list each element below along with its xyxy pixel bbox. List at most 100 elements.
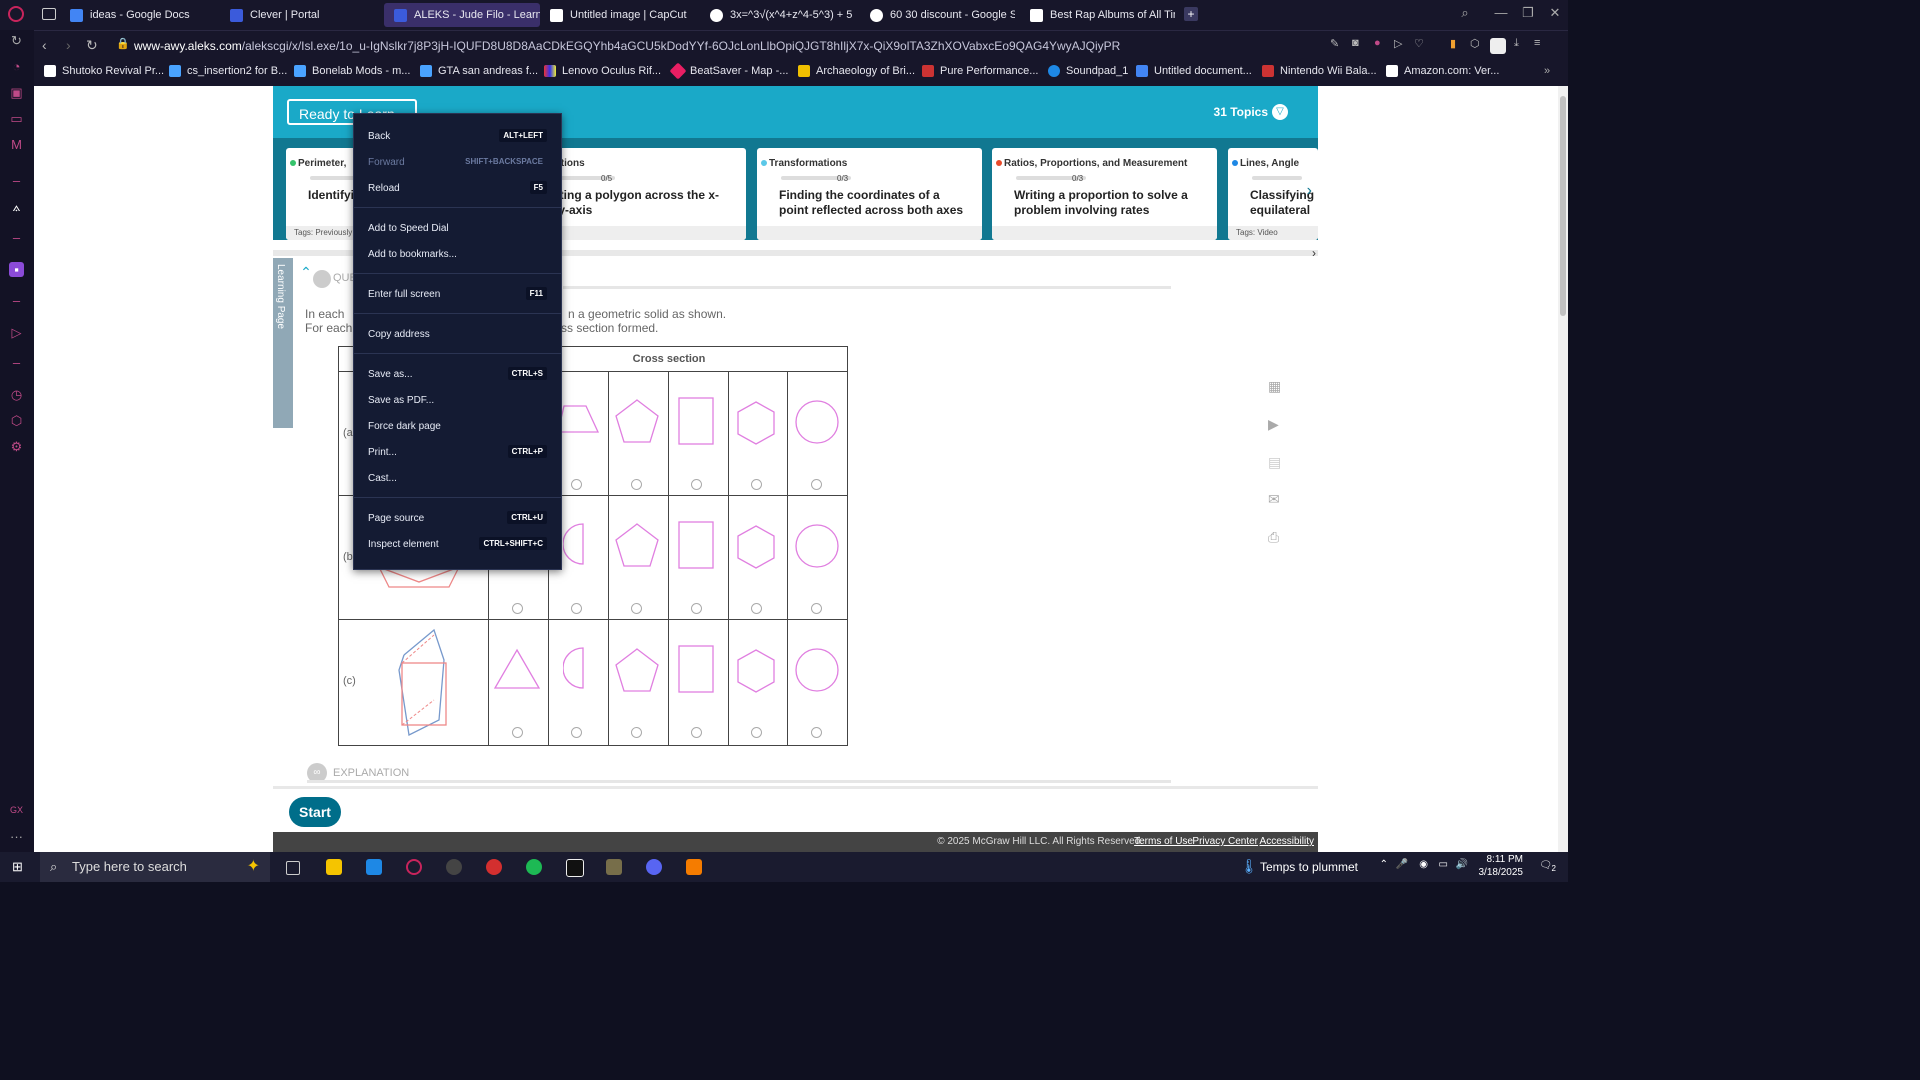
radio-button[interactable] <box>751 479 762 490</box>
print-icon[interactable]: ⎙ <box>1268 529 1279 546</box>
close-icon[interactable]: ✕ <box>1548 6 1562 20</box>
bookmark-item[interactable]: Bonelab Mods - m... <box>294 65 410 77</box>
radio-button[interactable] <box>571 479 582 490</box>
store-icon[interactable] <box>366 859 382 875</box>
radio-button[interactable] <box>631 603 642 614</box>
tab-overview-icon[interactable] <box>42 8 56 20</box>
download-icon[interactable]: ⤓ <box>1514 37 1519 50</box>
opera-logo-icon[interactable] <box>8 6 24 22</box>
calculator-icon[interactable]: ▦ <box>1268 378 1281 395</box>
radio-button[interactable] <box>571 727 582 738</box>
file-explorer-icon[interactable] <box>326 859 342 875</box>
video-icon[interactable]: ▶ <box>1268 416 1279 433</box>
menu-item-copy-address[interactable]: Copy address <box>368 329 430 340</box>
radio-button[interactable] <box>691 479 702 490</box>
gx-mods-icon[interactable]: ⟑ <box>9 199 24 214</box>
more-icon[interactable]: ··· <box>9 829 24 844</box>
menu-item-forward[interactable]: Forward <box>368 157 405 168</box>
radio-button[interactable] <box>811 603 822 614</box>
radio-button[interactable] <box>631 479 642 490</box>
menu-item-save-as[interactable]: Save as... <box>368 369 412 380</box>
minimize-icon[interactable]: — <box>1494 6 1508 20</box>
scrollbar-thumb[interactable] <box>1560 96 1566 316</box>
textbook-icon[interactable]: ▤ <box>1268 454 1281 471</box>
edit-icon[interactable]: ✎ <box>1330 37 1339 50</box>
menu-item-cast[interactable]: Cast... <box>368 473 397 484</box>
task-view-icon[interactable] <box>286 861 300 875</box>
bookmark-item[interactable]: Soundpad_1 <box>1048 65 1128 77</box>
tab-google-docs[interactable]: ideas - Google Docs <box>70 3 220 27</box>
opera-gx-icon[interactable] <box>406 859 422 875</box>
call-of-duty-icon[interactable] <box>566 859 584 877</box>
chevron-up-icon[interactable]: ⌃ <box>1380 859 1388 870</box>
settings-icon[interactable]: ⚙ <box>9 439 24 454</box>
menu-item-force-dark[interactable]: Force dark page <box>368 421 441 432</box>
radio-button[interactable] <box>571 603 582 614</box>
topic-card[interactable]: Transformations 0/3 Finding the coordina… <box>757 148 982 240</box>
topic-card[interactable]: Ratios, Proportions, and Measurement 0/3… <box>992 148 1217 240</box>
network-icon[interactable]: ▭ <box>1439 859 1448 870</box>
page-scrollbar[interactable] <box>1558 86 1568 852</box>
url-field[interactable]: www-awy.aleks.com/alekscgi/x/Isl.exe/1o_… <box>134 39 1120 53</box>
menu-item-speed-dial[interactable]: Add to Speed Dial <box>368 223 449 234</box>
extensions-icon[interactable]: ⬡ <box>9 413 24 428</box>
clock-time[interactable]: 8:11 PM <box>1487 854 1524 865</box>
heart-icon[interactable]: ♡ <box>1414 37 1424 50</box>
bookmark-item[interactable]: BeatSaver - Map -... <box>669 62 788 80</box>
radio-button[interactable] <box>691 727 702 738</box>
windows-start-icon[interactable]: ⊞ <box>12 860 26 874</box>
bookmark-item[interactable]: Untitled document... <box>1136 65 1252 77</box>
topics-count[interactable]: 31 Topics <box>1214 105 1268 119</box>
game-icon[interactable] <box>606 859 622 875</box>
gx-control-icon[interactable]: GX <box>9 803 24 818</box>
radio-button[interactable] <box>751 603 762 614</box>
menu-item-save-pdf[interactable]: Save as PDF... <box>368 395 434 406</box>
message-icon[interactable]: ✉ <box>1268 491 1280 508</box>
reload-icon[interactable]: ↻ <box>86 37 98 54</box>
menu-icon[interactable]: ≡ <box>1534 37 1540 49</box>
cube-icon[interactable]: ⬡ <box>1470 37 1480 50</box>
mail-icon[interactable]: M <box>9 137 24 152</box>
fl-studio-icon[interactable] <box>686 859 702 875</box>
history-icon[interactable]: ◷ <box>9 387 24 402</box>
vpn-icon[interactable]: ● <box>1374 37 1381 49</box>
carousel-next-icon[interactable]: › <box>1307 182 1312 200</box>
start-button[interactable]: Start <box>289 797 341 827</box>
menu-item-page-source[interactable]: Page source <box>368 513 424 524</box>
webcam-icon[interactable]: ◉ <box>1419 859 1428 870</box>
steam-icon[interactable] <box>446 859 462 875</box>
radio-button[interactable] <box>751 727 762 738</box>
menu-item-add-bookmark[interactable]: Add to bookmarks... <box>368 249 457 260</box>
discord-icon[interactable] <box>646 859 662 875</box>
bookmark-item[interactable]: Shutoko Revival Pr... <box>44 65 164 77</box>
aria-icon[interactable]: ◔ <box>9 59 24 74</box>
forward-icon[interactable]: › <box>66 37 71 53</box>
bookmark-item[interactable]: cs_insertion2 for B... <box>169 65 287 77</box>
menu-item-fullscreen[interactable]: Enter full screen <box>368 289 440 300</box>
tab-rap-albums[interactable]: Best Rap Albums of All Tim <box>1030 3 1175 27</box>
camera-icon[interactable]: ◙ <box>1352 37 1359 49</box>
scroll-right-icon[interactable]: › <box>1312 246 1316 260</box>
accessibility-link[interactable]: Accessibility <box>1260 836 1314 847</box>
notifications-icon[interactable]: 🗨 <box>1539 860 1552 871</box>
learning-page-tab[interactable]: Learning Page <box>273 258 293 428</box>
wallet-icon[interactable]: ▮ <box>1450 37 1456 50</box>
menu-item-inspect[interactable]: Inspect element <box>368 539 439 550</box>
topic-card[interactable]: Lines, Angle Classifying equilateral Tag… <box>1228 148 1318 240</box>
tab-aleks[interactable]: ALEKS - Jude Filo - Learn <box>384 3 540 27</box>
bookmark-item[interactable]: Lenovo Oculus Rif... <box>544 65 661 77</box>
restore-icon[interactable]: ❐ <box>1521 6 1535 20</box>
weather-text[interactable]: Temps to plummet <box>1260 860 1358 874</box>
clock-date[interactable]: 3/18/2025 <box>1479 867 1524 878</box>
terms-link[interactable]: Terms of Use <box>1134 836 1193 847</box>
profile-avatar[interactable] <box>1490 38 1506 54</box>
filter-icon[interactable]: ▽ <box>1272 104 1288 120</box>
send-icon[interactable]: ▷ <box>1394 37 1402 50</box>
discord-icon[interactable]: ▭ <box>9 111 24 126</box>
microphone-icon[interactable]: 🎤 <box>1396 859 1408 870</box>
back-icon[interactable]: ‹ <box>42 37 47 53</box>
lock-icon[interactable]: 🔒 <box>116 37 130 50</box>
tab-google-search-discount[interactable]: 60 30 discount - Google S <box>870 3 1015 27</box>
menu-item-print[interactable]: Print... <box>368 447 397 458</box>
radio-button[interactable] <box>811 479 822 490</box>
